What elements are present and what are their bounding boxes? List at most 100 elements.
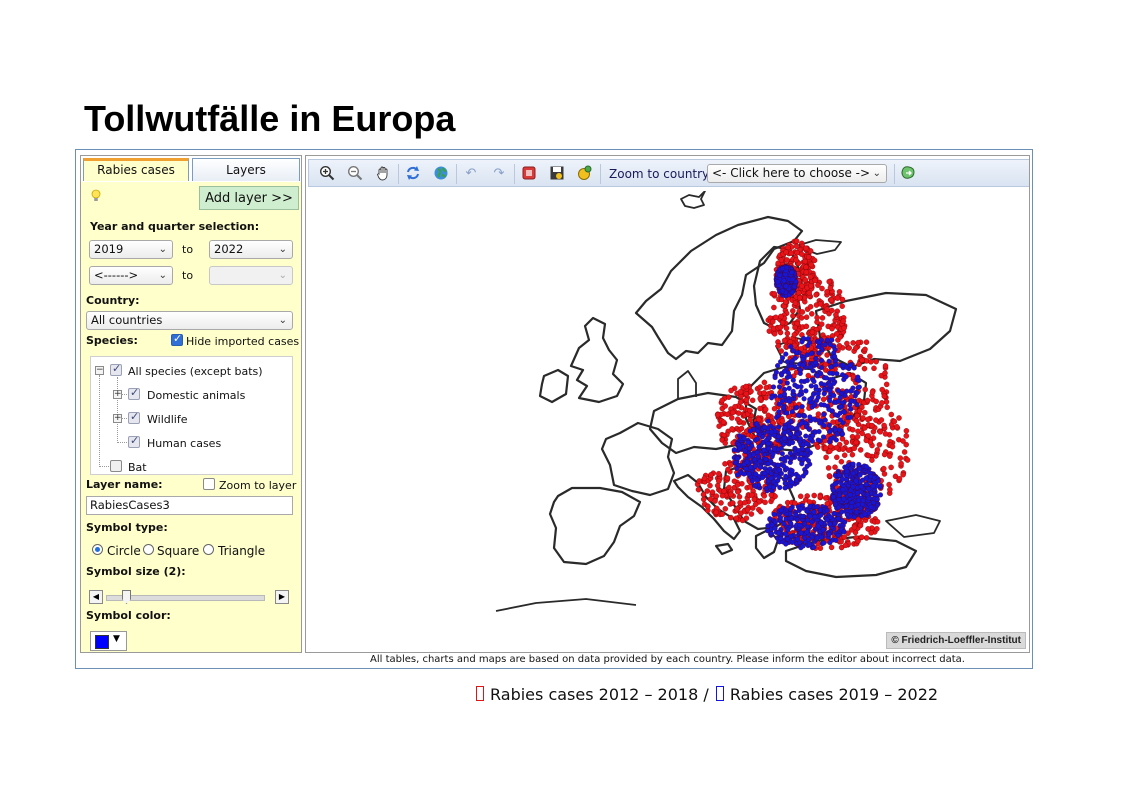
- case-marker: [779, 319, 786, 326]
- case-marker: [836, 492, 843, 498]
- case-marker: [828, 544, 835, 551]
- case-marker: [720, 419, 727, 425]
- zoom-to-country-label: Zoom to country:: [609, 167, 713, 181]
- all-species-checkbox[interactable]: [110, 362, 122, 376]
- save-icon[interactable]: [548, 165, 566, 183]
- case-marker: [788, 515, 794, 521]
- zoom-to-country-select[interactable]: <- Click here to choose -> ⌄: [707, 164, 887, 183]
- case-marker: [854, 509, 860, 515]
- identify-icon[interactable]: [576, 165, 594, 183]
- case-marker: [833, 362, 839, 368]
- redo-icon[interactable]: ↷: [490, 165, 508, 183]
- case-marker: [841, 496, 847, 502]
- hide-imported-checkbox[interactable]: [171, 332, 183, 346]
- case-marker: [722, 403, 728, 409]
- case-marker: [825, 465, 832, 471]
- case-marker: [834, 295, 841, 301]
- case-marker: [800, 543, 806, 549]
- wildlife-checkbox[interactable]: [128, 410, 140, 424]
- slider-right-arrow-icon[interactable]: ▶: [275, 590, 289, 604]
- zoom-to-layer-checkbox[interactable]: [203, 478, 215, 490]
- case-marker: [857, 522, 864, 529]
- bat-checkbox[interactable]: [110, 460, 122, 472]
- map-panel[interactable]: ↶ ↷ Zoom to country: <- Click here to ch…: [305, 155, 1030, 653]
- slider-left-arrow-icon[interactable]: ◀: [89, 590, 103, 604]
- triangle-radio[interactable]: [203, 544, 214, 555]
- chevron-down-icon: ⌄: [158, 244, 167, 255]
- case-marker: [722, 506, 729, 512]
- case-marker: [871, 365, 877, 372]
- case-marker: [837, 394, 843, 400]
- case-marker: [803, 323, 810, 330]
- case-marker: [743, 397, 750, 403]
- case-marker: [826, 531, 832, 537]
- case-marker: [788, 250, 795, 256]
- case-marker: [797, 493, 804, 500]
- case-marker: [823, 375, 829, 381]
- case-marker: [857, 472, 863, 478]
- case-marker: [755, 428, 761, 434]
- case-marker: [803, 245, 809, 252]
- case-marker: [862, 511, 868, 517]
- case-marker: [874, 526, 880, 532]
- case-marker: [805, 254, 812, 260]
- case-marker: [862, 425, 868, 431]
- case-marker: [816, 344, 822, 350]
- case-marker: [741, 471, 747, 477]
- case-marker: [781, 337, 788, 344]
- case-marker: [849, 433, 856, 440]
- globe-icon[interactable]: [432, 165, 450, 183]
- caret-down-icon: ▼: [113, 634, 120, 644]
- case-marker: [808, 350, 814, 357]
- case-marker: [802, 258, 808, 265]
- case-marker: [797, 367, 803, 373]
- quarter-from-select[interactable]: <------> ⌄: [89, 266, 173, 285]
- zoom-out-icon[interactable]: [346, 165, 364, 183]
- case-marker: [788, 456, 794, 462]
- tab-rabies-cases[interactable]: Rabies cases: [83, 158, 189, 181]
- case-marker: [781, 391, 788, 397]
- add-layer-button[interactable]: Add layer >>: [199, 186, 299, 210]
- quarter-to-select[interactable]: ⌄: [209, 266, 293, 285]
- case-marker: [807, 513, 813, 519]
- case-marker: [803, 269, 810, 275]
- country-select[interactable]: All countries ⌄: [86, 311, 293, 330]
- year-from-select[interactable]: 2019 ⌄: [89, 240, 173, 259]
- case-marker: [784, 380, 790, 386]
- square-label: Square: [157, 544, 200, 558]
- square-radio[interactable]: [143, 544, 154, 555]
- symbol-size-slider-thumb[interactable]: [122, 590, 131, 604]
- year-to-select[interactable]: 2022 ⌄: [209, 240, 293, 259]
- symbol-color-picker[interactable]: ▼: [90, 631, 127, 651]
- case-marker: [827, 388, 833, 394]
- case-marker: [793, 238, 800, 244]
- refresh-icon[interactable]: [404, 165, 422, 183]
- case-marker: [803, 388, 809, 394]
- lightbulb-icon: [91, 189, 101, 201]
- domestic-animals-checkbox[interactable]: [128, 386, 140, 400]
- case-marker: [737, 388, 744, 395]
- country-value: All countries: [91, 313, 163, 327]
- case-marker: [782, 272, 788, 278]
- stop-icon[interactable]: [520, 165, 538, 183]
- case-marker: [806, 537, 812, 543]
- circle-radio[interactable]: [92, 544, 103, 555]
- case-marker: [810, 368, 816, 374]
- case-marker: [736, 433, 743, 439]
- layer-name-input[interactable]: RabiesCases3: [86, 496, 293, 515]
- case-marker: [803, 314, 810, 320]
- case-marker: [836, 472, 842, 478]
- undo-icon[interactable]: ↶: [462, 165, 480, 183]
- case-marker: [803, 470, 809, 476]
- tab-layers[interactable]: Layers: [192, 158, 300, 181]
- pan-hand-icon[interactable]: [374, 165, 392, 183]
- case-marker: [867, 353, 873, 360]
- case-marker: [801, 535, 808, 541]
- collapse-icon[interactable]: −: [95, 366, 104, 375]
- case-marker: [851, 524, 858, 531]
- export-icon[interactable]: [899, 165, 917, 183]
- zoom-in-icon[interactable]: [318, 165, 336, 183]
- human-cases-checkbox[interactable]: [128, 434, 140, 448]
- legend-red-label: Rabies cases 2012 – 2018 /: [490, 685, 709, 704]
- europe-map[interactable]: [306, 191, 1029, 631]
